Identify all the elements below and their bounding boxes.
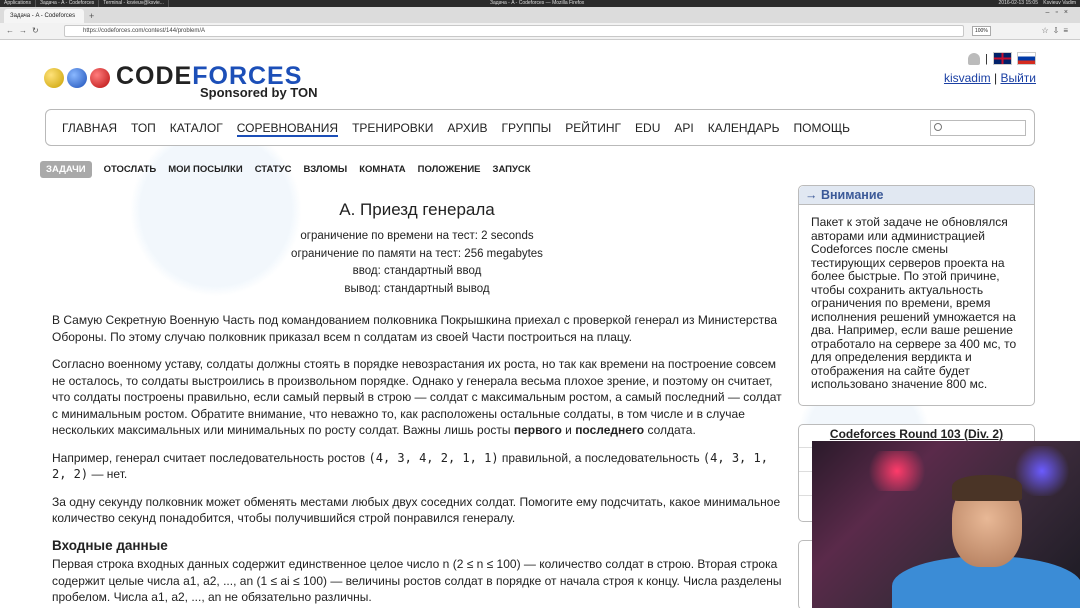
person-hair [952, 475, 1022, 501]
browser-navbar: ←→↻ https://codeforces.com/contest/144/p… [0, 23, 1080, 40]
url-input[interactable]: https://codeforces.com/contest/144/probl… [64, 25, 964, 37]
search-icon [934, 123, 942, 131]
taskbar-item[interactable]: Applications [0, 0, 36, 7]
window-title: Задача - A - Codeforces — Mozilla Firefo… [490, 0, 585, 6]
tab-hacks[interactable]: ВЗЛОМЫ [303, 164, 347, 175]
notification-bell-icon[interactable] [968, 52, 981, 65]
problem-limits: ограничение по времени на тест: 2 second… [52, 228, 782, 298]
problem-statement: A. Приезд генерала ограничение по времен… [52, 200, 782, 608]
new-tab-icon[interactable]: + [89, 9, 94, 23]
menu-item-archive[interactable]: АРХИВ [447, 121, 487, 137]
warning-box: → Внимание Пакет к этой задаче не обновл… [798, 185, 1035, 406]
username-link[interactable]: kisvadim [944, 71, 991, 85]
russian-flag-icon[interactable] [1017, 52, 1036, 65]
warning-title: → Внимание [799, 186, 1034, 205]
separator: | [994, 71, 998, 85]
sponsor-text: Sponsored by TON [200, 85, 318, 100]
browser-tab[interactable]: Задача - A - Codeforces [4, 9, 84, 23]
paragraph: Согласно военному уставу, солдаты должны… [52, 357, 782, 437]
tab-problems[interactable]: ЗАДАЧИ [40, 161, 92, 178]
paragraph: Например, генерал считает последовательн… [52, 450, 768, 482]
menu-item-home[interactable]: ГЛАВНАЯ [62, 121, 117, 137]
os-user[interactable]: Ksvieuv Vadim [1043, 0, 1076, 7]
logo-ball-icon [90, 68, 110, 88]
menu-item-catalog[interactable]: КАТАЛОГ [170, 121, 223, 137]
logo-ball-icon [67, 68, 87, 88]
time-limit: ограничение по времени на тест: 2 second… [300, 230, 534, 242]
webcam-overlay [812, 441, 1080, 608]
english-flag-icon[interactable] [993, 52, 1012, 65]
window-controls[interactable]: –▫× [1046, 9, 1074, 16]
tab-custom-invocation[interactable]: ЗАПУСК [493, 164, 531, 175]
input-specification: Первая строка входных данных содержит ед… [52, 557, 782, 604]
header-right: | kisvadim | Выйти [944, 52, 1036, 85]
menu-item-edu[interactable]: EDU [635, 121, 660, 137]
menu-item-api[interactable]: API [674, 121, 693, 137]
memory-limit: ограничение по памяти на тест: 256 megab… [291, 247, 543, 260]
contest-menu: ЗАДАЧИ ОТОСЛАТЬ МОИ ПОСЫЛКИ СТАТУС ВЗЛОМ… [40, 161, 531, 178]
clock: 2016-02-13 15:05 [998, 0, 1038, 6]
light-glow [862, 451, 932, 491]
output-file: вывод: стандартный вывод [344, 282, 490, 295]
tab-standings[interactable]: ПОЛОЖЕНИЕ [418, 164, 481, 175]
taskbar-item[interactable]: Задача - A - Codeforces [36, 0, 100, 7]
tab-submit[interactable]: ОТОСЛАТЬ [104, 164, 157, 175]
search-input[interactable] [930, 120, 1026, 136]
menu-item-groups[interactable]: ГРУППЫ [502, 121, 552, 137]
toolbar-icons[interactable]: ☆⇩≡ [1041, 26, 1072, 35]
paragraph: За одну секунду полковник может обменять… [52, 494, 781, 526]
menu-item-top[interactable]: ТОП [131, 121, 156, 137]
logout-link[interactable]: Выйти [1000, 71, 1036, 85]
input-file: ввод: стандартный ввод [352, 265, 482, 277]
logo-ball-icon [44, 68, 64, 88]
user-links: kisvadim | Выйти [944, 71, 1036, 85]
menu-item-calendar[interactable]: КАЛЕНДАРЬ [708, 121, 780, 137]
menu-item-rating[interactable]: РЕЙТИНГ [565, 121, 621, 137]
tab-my-submissions[interactable]: МОИ ПОСЫЛКИ [168, 164, 242, 175]
nav-buttons-icon[interactable]: ←→↻ [6, 26, 44, 35]
tab-room[interactable]: КОМНАТА [359, 164, 405, 175]
input-section-title: Входные данные [52, 537, 168, 553]
menu-item-help[interactable]: ПОМОЩЬ [794, 121, 850, 137]
tab-status[interactable]: СТАТУС [255, 164, 292, 175]
separator: | [985, 52, 988, 65]
paragraph: В Самую Секретную Военную Часть под кома… [52, 313, 777, 344]
problem-legend: В Самую Секретную Военную Часть под кома… [52, 312, 782, 606]
contest-name-link[interactable]: Codeforces Round 103 (Div. 2) [799, 425, 1034, 441]
taskbar-item[interactable]: Terminal - ksvieuv@ksvie... [99, 0, 169, 7]
zoom-level[interactable]: 100% [972, 26, 991, 36]
language-switch: | [944, 52, 1036, 65]
warning-text: Пакет к этой задаче не обновлялся автора… [811, 215, 1017, 391]
main-menu: ГЛАВНАЯ ТОП КАТАЛОГ СОРЕВНОВАНИЯ ТРЕНИРО… [45, 109, 1035, 146]
menu-item-gym[interactable]: ТРЕНИРОВКИ [352, 121, 433, 137]
menu-item-contests[interactable]: СОРЕВНОВАНИЯ [236, 121, 339, 137]
codeforces-logo[interactable]: CODEFORCES Sponsored by TON [44, 62, 324, 104]
browser-tabbar: Задача - A - Codeforces + –▫× [0, 7, 1080, 23]
os-taskbar: Applications Задача - A - Codeforces Ter… [0, 0, 1080, 7]
problem-title: A. Приезд генерала [339, 200, 495, 219]
